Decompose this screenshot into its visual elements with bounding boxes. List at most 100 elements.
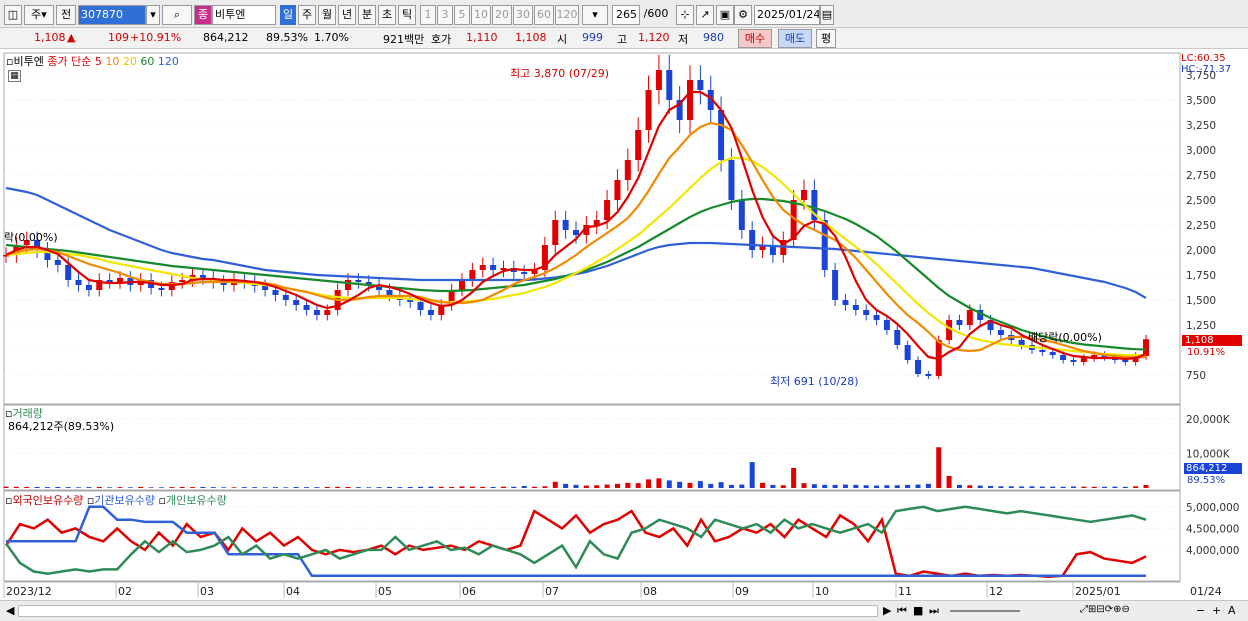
price-tick-label: 1,250 [1186, 320, 1216, 332]
ask-price: 1,110 [466, 31, 498, 44]
volume-bar [1091, 486, 1097, 488]
auto-icon[interactable]: A [1228, 604, 1236, 617]
price-candle [842, 300, 849, 305]
zoom-slider[interactable] [950, 610, 1020, 612]
scroll-bar[interactable]: ◀ ▶ ⏮ ■ ⏭ ⤢⊞⊟⟳⊕⊖ − + A [0, 600, 1248, 621]
volume-bar [96, 486, 102, 488]
window-icon[interactable]: ◫ [4, 5, 22, 25]
count-total: /600 [643, 7, 669, 20]
eval-button[interactable]: 평 [816, 29, 836, 48]
volume-bar [532, 486, 538, 488]
price-panel [3, 52, 1181, 405]
x-axis-label: 03 [200, 585, 214, 598]
price-candle [655, 70, 662, 90]
volume-bar [469, 486, 475, 488]
volume-value: 864,212 [203, 31, 249, 44]
date-input[interactable]: 2025/01/24 [754, 5, 820, 25]
legend-individual: 개인보유수량 [165, 494, 227, 507]
low-price: 980 [703, 31, 724, 44]
volume-bar [148, 487, 154, 488]
period-minute[interactable]: 분 [358, 5, 376, 25]
volume-bar [179, 486, 185, 488]
volume-tick-label: 10,000K [1186, 448, 1231, 460]
fast-forward-icon[interactable]: ⏭ [929, 604, 939, 618]
hc-label: HC:-71.37 [1181, 64, 1232, 75]
code-dropdown-icon[interactable]: ▾ [146, 5, 160, 25]
draw-tool-icon[interactable]: ↗ [696, 5, 714, 25]
price-candle [718, 110, 725, 160]
period-year[interactable]: 년 [338, 5, 356, 25]
volume-bar [863, 485, 869, 488]
volume-bar [459, 486, 465, 488]
high-label: 고 [617, 33, 628, 46]
tick-dropdown[interactable]: ▾ [582, 5, 608, 25]
x-axis-label: 01/24 [1190, 585, 1222, 598]
volume-bar [355, 487, 361, 488]
tick-1[interactable]: 1 [420, 5, 436, 25]
volume-bar [335, 486, 341, 488]
volume-bar [1019, 486, 1025, 488]
tools-icons[interactable]: ⤢⊞⊟⟳⊕⊖ [1080, 604, 1130, 615]
price-candle [1018, 340, 1025, 345]
tick-120[interactable]: 120 [555, 5, 579, 25]
period-month[interactable]: 월 [318, 5, 336, 25]
rewind-icon[interactable]: ⏮ [897, 604, 907, 618]
stock-code-input[interactable]: 307870 [78, 5, 146, 25]
count-input[interactable]: 265 [612, 5, 640, 25]
buy-button[interactable]: 매수 [738, 29, 772, 48]
volume-bar [780, 485, 786, 488]
price-candle [635, 130, 642, 160]
tick-5[interactable]: 5 [454, 5, 470, 25]
tick-30[interactable]: 30 [513, 5, 533, 25]
price-tick-label: 2,250 [1186, 220, 1216, 232]
scroll-left-icon[interactable]: ◀ [6, 604, 14, 617]
sell-button[interactable]: 매도 [778, 29, 812, 48]
zoom-in-icon[interactable]: + [1212, 604, 1221, 617]
tick-60[interactable]: 60 [534, 5, 554, 25]
tick-3[interactable]: 3 [437, 5, 453, 25]
volume-bar [614, 483, 620, 488]
open-price: 999 [582, 31, 603, 44]
tick-10[interactable]: 10 [471, 5, 491, 25]
period-tick[interactable]: 틱 [398, 5, 416, 25]
volume-bar [697, 481, 703, 488]
volume-bar [407, 486, 413, 488]
period-second[interactable]: 초 [378, 5, 396, 25]
crosshair-icon[interactable]: ⊹ [676, 5, 694, 25]
volume-bar [594, 485, 600, 488]
volume-bar [832, 484, 838, 488]
price-candle [728, 160, 735, 200]
volume-bar [428, 486, 434, 488]
volume-bar [366, 487, 372, 488]
period-week[interactable]: 주 [298, 5, 316, 25]
save-icon[interactable]: ▣ [716, 5, 734, 25]
volume-bar [956, 484, 962, 488]
trade-amount: 921백만 [383, 33, 425, 46]
price-tick-label: 2,000 [1186, 245, 1216, 257]
tick-20[interactable]: 20 [492, 5, 512, 25]
holdings-square-icon-3: ▫ [158, 494, 166, 507]
gear-icon[interactable]: ⚙ [734, 5, 752, 25]
volume-bar [905, 484, 911, 488]
chart-area[interactable]: 750 1,250 1,500 1,750 2,000 2,250 2,500 2,750 3,… [0, 50, 1248, 602]
stop-icon[interactable]: ■ [913, 604, 923, 617]
scroll-right-icon[interactable]: ▶ [883, 604, 891, 617]
zoom-out-icon[interactable]: − [1196, 604, 1205, 617]
period-day[interactable]: 일 [280, 5, 296, 25]
volume-bar [625, 482, 631, 488]
volume-bar [749, 462, 755, 488]
stock-name-input[interactable]: 비투엔 [212, 5, 276, 25]
table-icon[interactable]: ▦ [8, 70, 21, 82]
search-icon[interactable]: ⌕ [162, 5, 192, 25]
day-mode-select[interactable]: 주▾ [24, 5, 54, 25]
volume-bar [573, 484, 579, 488]
scroll-track[interactable] [18, 605, 878, 617]
price-candle [904, 345, 911, 360]
volume-ratio: 89.53% [266, 31, 308, 44]
day-mode-label: 주 [31, 8, 42, 21]
volume-bar [646, 479, 652, 488]
calendar-icon[interactable]: ▤ [820, 5, 834, 25]
price-candle [1070, 360, 1077, 362]
prev-button[interactable]: 전 [56, 5, 76, 25]
price-candle [573, 230, 579, 235]
